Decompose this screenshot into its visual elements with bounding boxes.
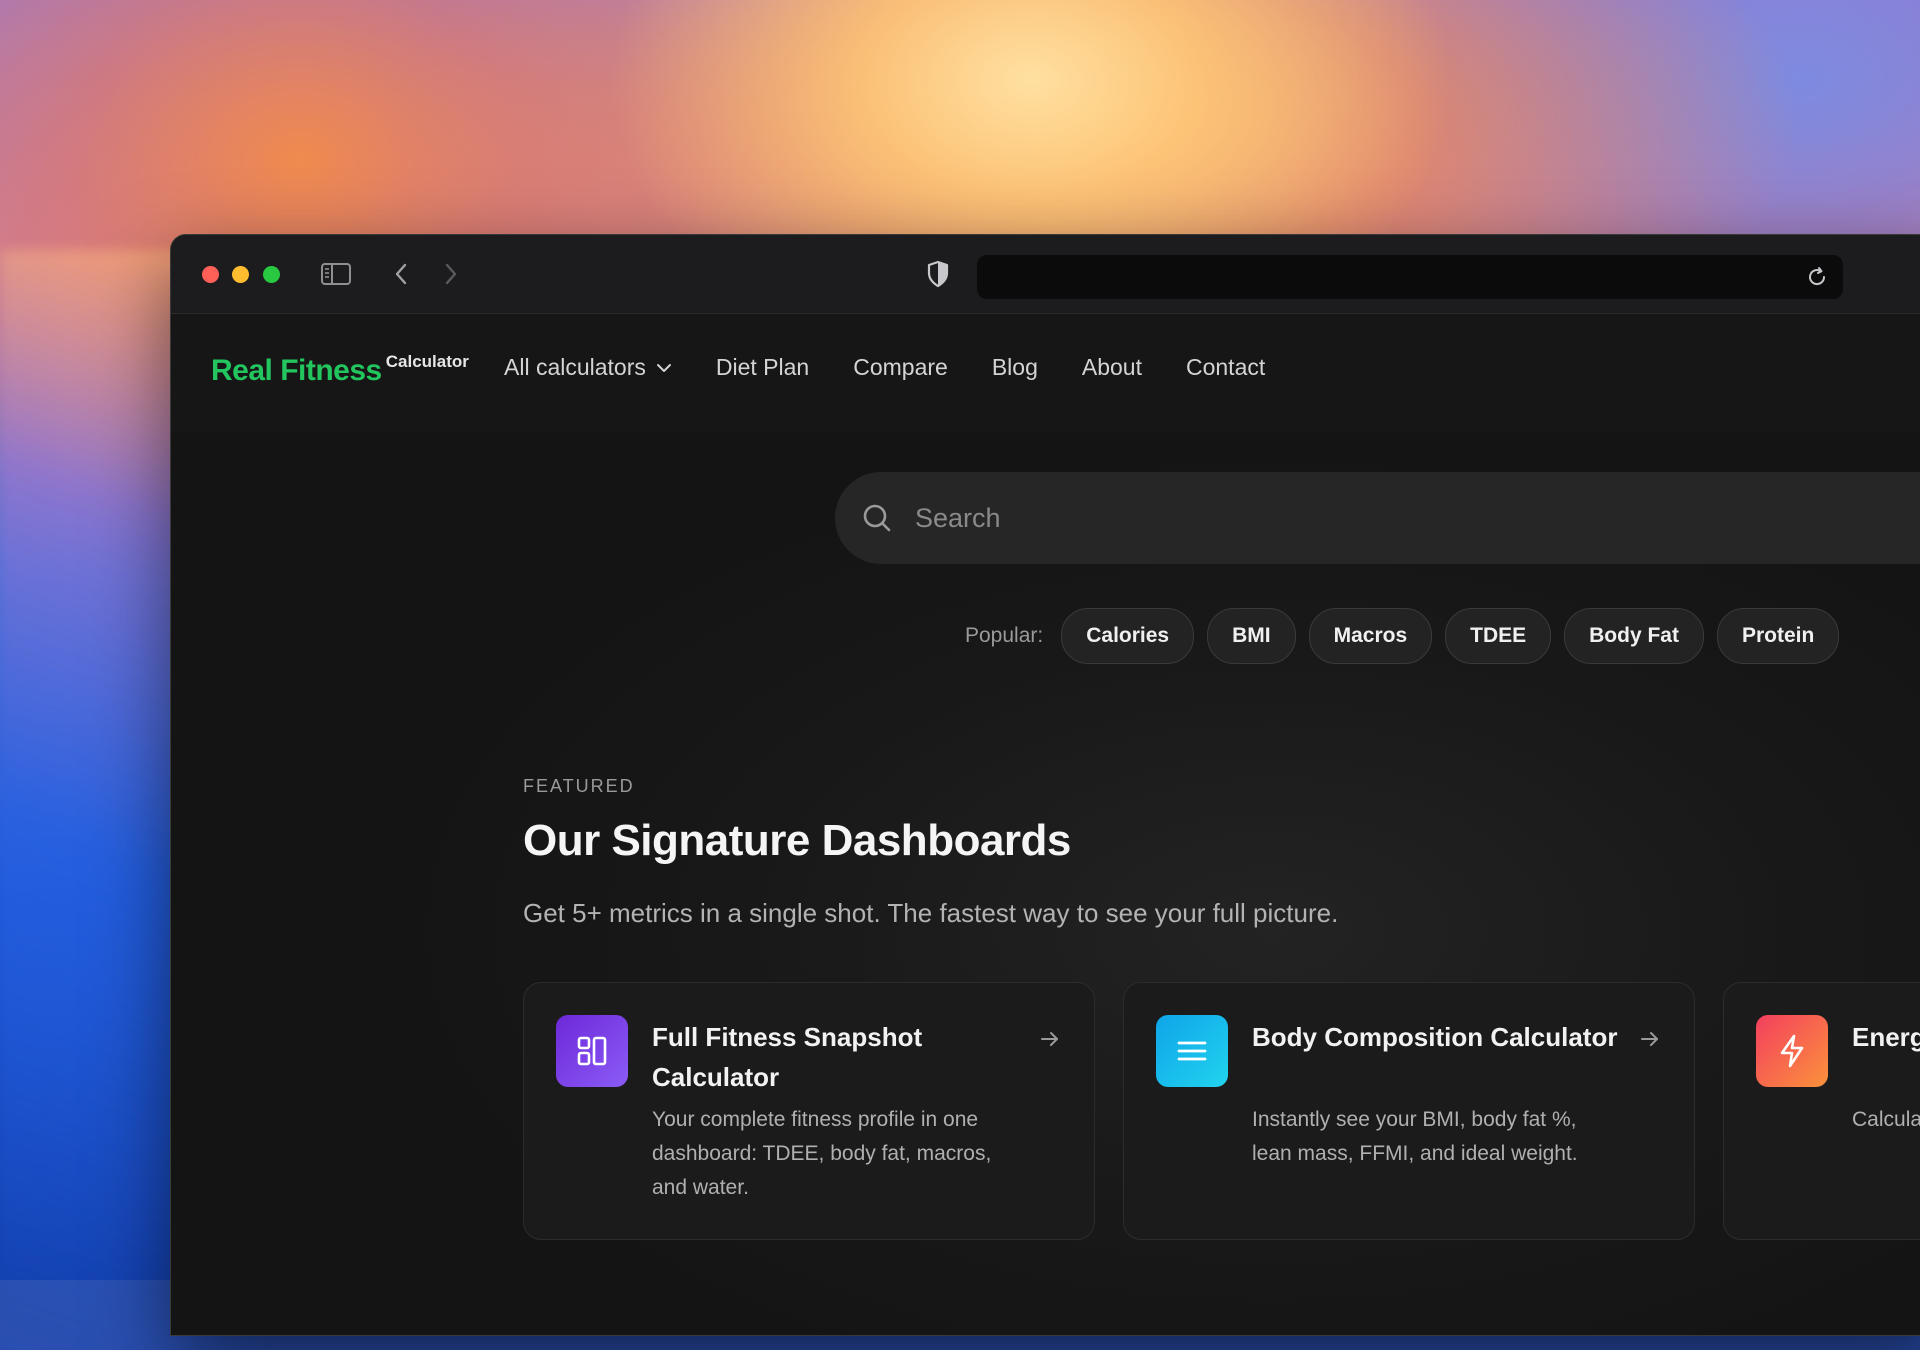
address-bar[interactable] — [977, 255, 1843, 299]
chip-protein[interactable]: Protein — [1716, 608, 1840, 664]
nav-diet-plan[interactable]: Diet Plan — [716, 354, 809, 381]
site-logo[interactable]: Real Fitness Calculator — [211, 352, 469, 388]
chip-tdee[interactable]: TDEE — [1445, 608, 1552, 664]
close-window-button[interactable] — [202, 266, 219, 283]
nav-links: All calculators Diet Plan Compare Blog A… — [504, 354, 1309, 381]
lightning-icon — [1756, 1015, 1828, 1087]
popular-searches: Popular: Calories BMI Macros TDEE Body F… — [965, 608, 1852, 664]
card-body-composition[interactable]: Body Composition Calculator Instantly se… — [1123, 982, 1695, 1240]
card-full-fitness-snapshot[interactable]: Full Fitness Snapshot Calculator Your co… — [523, 982, 1095, 1240]
nav-contact[interactable]: Contact — [1186, 354, 1265, 381]
featured-subtitle: Get 5+ metrics in a single shot. The fas… — [523, 898, 1339, 928]
sidebar-toggle-icon[interactable] — [319, 257, 353, 291]
chip-bmi[interactable]: BMI — [1207, 608, 1296, 664]
featured-title: Our Signature Dashboards — [523, 816, 1071, 865]
arrow-right-icon[interactable] — [1038, 1027, 1062, 1051]
main-content: Popular: Calories BMI Macros TDEE Body F… — [171, 432, 1920, 1335]
card-description: Your complete fitness profile in one das… — [652, 1108, 992, 1199]
popular-label: Popular: — [965, 624, 1044, 647]
card-energy[interactable]: Energ Calcula mainte loss or — [1723, 982, 1920, 1240]
search-bar[interactable] — [835, 472, 1920, 564]
card-title: Body Composition Calculator — [1252, 1022, 1618, 1052]
search-icon — [863, 504, 891, 532]
browser-window: Real Fitness Calculator All calculators … — [170, 234, 1920, 1336]
zoom-window-button[interactable] — [263, 266, 280, 283]
browser-titlebar — [171, 235, 1920, 314]
site-navbar: Real Fitness Calculator All calculators … — [171, 314, 1920, 433]
forward-icon[interactable] — [434, 257, 468, 291]
card-description: Instantly see your BMI, body fat %, lean… — [1252, 1108, 1578, 1165]
nav-blog[interactable]: Blog — [992, 354, 1038, 381]
nav-all-calculators[interactable]: All calculators — [504, 354, 672, 381]
back-icon[interactable] — [384, 257, 418, 291]
logo-sup-text: Calculator — [385, 352, 469, 371]
featured-eyebrow: FEATURED — [523, 776, 635, 796]
nav-all-calculators-label: All calculators — [504, 354, 646, 380]
minimize-window-button[interactable] — [232, 266, 249, 283]
chip-body-fat[interactable]: Body Fat — [1564, 608, 1704, 664]
search-input[interactable] — [913, 501, 1817, 535]
reload-icon[interactable] — [1803, 263, 1831, 291]
card-title: Full Fitness Snapshot Calculator — [652, 1022, 923, 1092]
dashboard-icon — [556, 1015, 628, 1087]
chip-calories[interactable]: Calories — [1061, 608, 1195, 664]
chevron-down-icon — [656, 363, 671, 372]
chip-macros[interactable]: Macros — [1308, 608, 1433, 664]
arrow-right-icon[interactable] — [1638, 1027, 1662, 1051]
nav-about[interactable]: About — [1082, 354, 1142, 381]
shield-icon[interactable] — [921, 257, 955, 291]
card-description: Calcula mainte loss or — [1852, 1108, 1920, 1131]
list-icon — [1156, 1015, 1228, 1087]
card-title: Energ — [1852, 1022, 1920, 1052]
logo-main-text: Real Fitness — [211, 354, 382, 387]
nav-compare[interactable]: Compare — [853, 354, 948, 381]
